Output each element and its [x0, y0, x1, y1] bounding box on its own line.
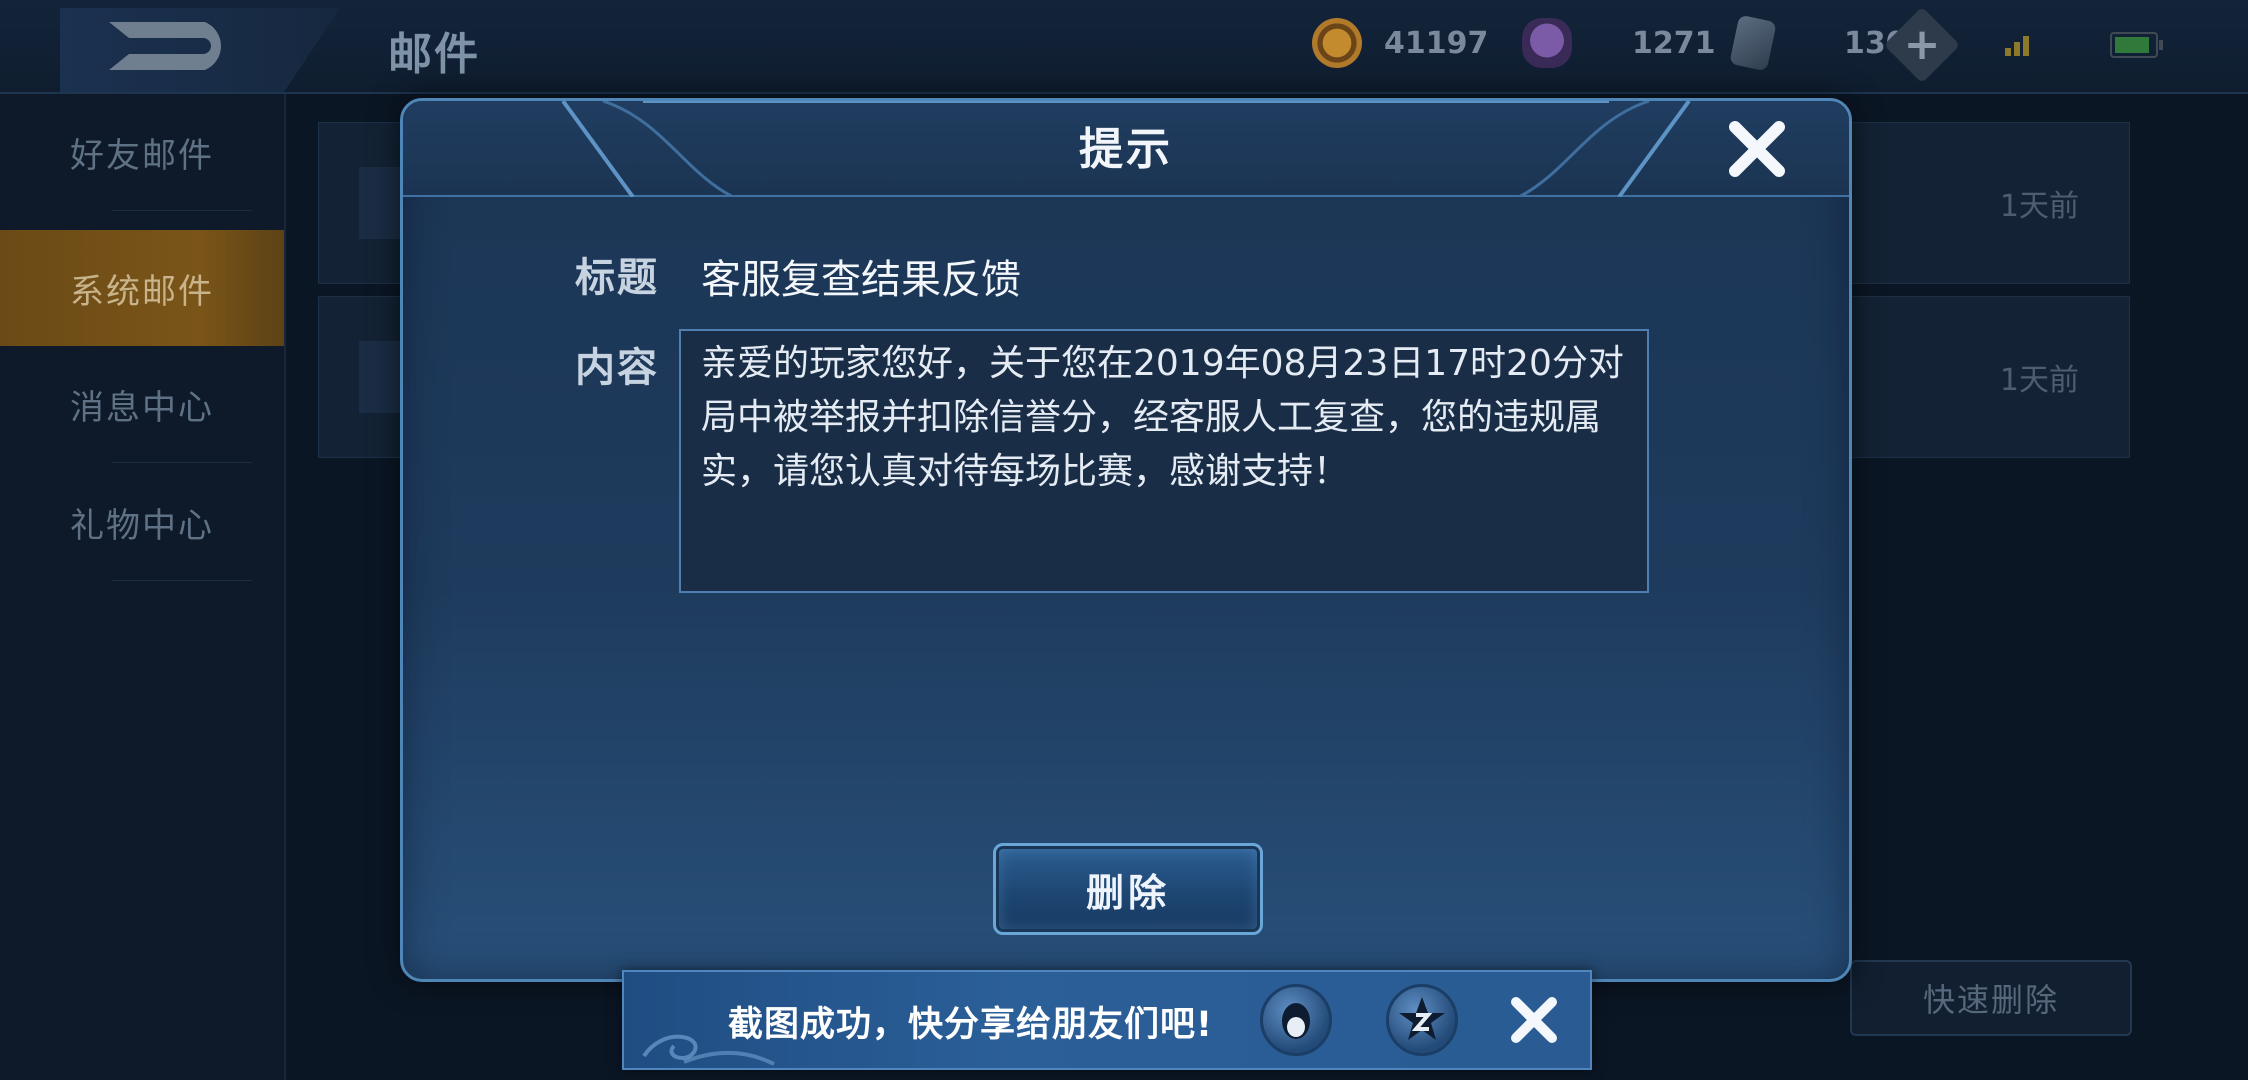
card-currency: 130 — [1729, 14, 1907, 72]
dialog-title: 提示 — [1079, 124, 1173, 175]
gold-currency: 41197 — [1312, 18, 1488, 68]
subject-label: 标题 — [575, 255, 659, 301]
mail-time: 1天前 — [1999, 189, 2079, 224]
sidebar-item-system-mail[interactable]: 系统邮件 — [0, 230, 284, 346]
qzone-icon — [1399, 997, 1445, 1040]
close-icon[interactable] — [1506, 992, 1562, 1048]
battery-icon — [2110, 32, 2163, 58]
content-box[interactable]: 亲爱的玩家您好，关于您在2019年08月23日17时20分对局中被举报并扣除信誉… — [679, 329, 1649, 593]
sidebar: 好友邮件 系统邮件 消息中心 礼物中心 — [0, 94, 286, 1080]
content-text: 亲爱的玩家您好，关于您在2019年08月23日17时20分对局中被举报并扣除信誉… — [701, 343, 1624, 492]
diamond-currency: 1271 — [1522, 18, 1716, 68]
share-toast: 截图成功，快分享给朋友们吧! — [622, 970, 1592, 1070]
back-arrow-icon[interactable] — [95, 14, 245, 78]
plus-icon[interactable]: + — [1883, 6, 1961, 84]
gold-value: 41197 — [1384, 25, 1489, 61]
sidebar-divider — [112, 210, 252, 211]
delete-button[interactable]: 删除 — [993, 843, 1263, 935]
gold-coin-icon — [1312, 18, 1362, 68]
mail-time: 1天前 — [1999, 363, 2079, 398]
share-message: 截图成功，快分享给朋友们吧! — [728, 1005, 1213, 1045]
qq-share-button[interactable] — [1260, 984, 1332, 1056]
diamond-icon — [1522, 18, 1572, 68]
top-bar: 邮件 41197 1271 130 + — [0, 0, 2248, 94]
subject-value: 客服复查结果反馈 — [701, 257, 1021, 303]
close-icon[interactable] — [1723, 115, 1791, 183]
sidebar-divider — [112, 580, 252, 581]
card-icon — [1729, 14, 1777, 72]
quick-delete-button[interactable]: 快速删除 — [1850, 960, 2132, 1036]
content-label: 内容 — [575, 345, 659, 391]
sidebar-item-message-center[interactable]: 消息中心 — [0, 346, 284, 462]
qq-icon — [1282, 1003, 1310, 1039]
diamond-value: 1271 — [1632, 25, 1716, 61]
mail-dialog: 提示 标题 客服复查结果反馈 内容 亲爱的玩家您好，关于您在2019年08月23… — [400, 98, 1852, 982]
sidebar-divider — [112, 462, 252, 463]
sidebar-item-friend-mail[interactable]: 好友邮件 — [0, 94, 284, 210]
sidebar-item-gift-center[interactable]: 礼物中心 — [0, 464, 284, 580]
qzone-share-button[interactable] — [1386, 984, 1458, 1056]
page-title: 邮件 — [388, 29, 480, 80]
signal-icon — [2005, 30, 2035, 56]
